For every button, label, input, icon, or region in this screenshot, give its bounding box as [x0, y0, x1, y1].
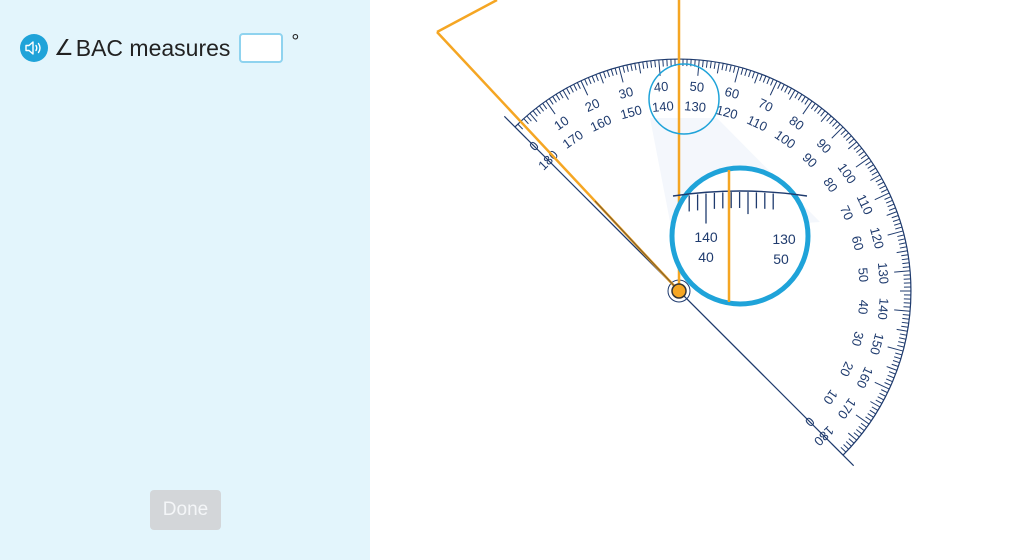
zoom-inner-label: 40 [698, 249, 714, 265]
degree-symbol: ° [291, 31, 300, 53]
zoom-outer-label: 130 [772, 231, 796, 247]
question-row: ∠ BAC measures ° [20, 31, 299, 65]
zoom-inner-label: 50 [773, 251, 789, 267]
question-panel: ∠ BAC measures ° Done [0, 0, 370, 560]
protractor-outer-label: 50 [689, 79, 705, 95]
protractor-inner-label: 140 [651, 98, 674, 115]
zoom-outer-label: 140 [694, 229, 718, 245]
ray-b-extension [436, 0, 498, 34]
done-button[interactable]: Done [150, 490, 221, 530]
protractor-outer-label: 140 [875, 297, 892, 320]
vertex-a-handle[interactable] [671, 283, 687, 299]
speaker-icon[interactable] [20, 34, 48, 62]
question-prompt: BAC measures [75, 34, 231, 61]
angle-answer-input[interactable] [239, 33, 284, 63]
protractor-outer-label: 130 [875, 262, 892, 285]
protractor-inner-label: 50 [855, 267, 871, 283]
magnifier[interactable]: 140 130 40 50 [669, 165, 811, 307]
protractor-inner-label: 130 [684, 98, 707, 115]
protractor-canvas: 0102030 40 50 60708090100110120130140150160… [436, 0, 912, 467]
protractor-outer-label: 40 [653, 79, 669, 95]
angle-symbol: ∠ [54, 35, 74, 60]
protractor-stage: 0 10 20 30 40 50 60 70 80 90 100 110 120 130 140 150 160… [370, 0, 1024, 560]
question-text: ∠ BAC measures [54, 35, 230, 62]
protractor-inner-label: 40 [855, 299, 871, 315]
